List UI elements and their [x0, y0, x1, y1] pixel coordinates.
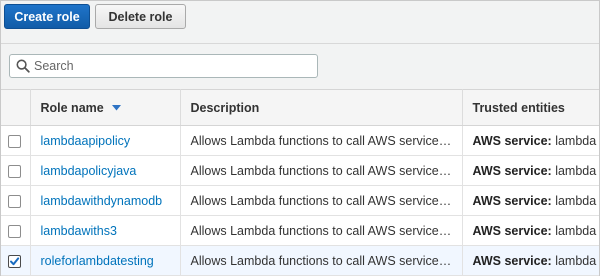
- description-cell: Allows Lambda functions to call AWS serv…: [180, 245, 463, 276]
- row-select-cell: [1, 215, 31, 246]
- toolbar: Create role Delete role: [1, 1, 599, 43]
- create-role-button[interactable]: Create role: [4, 4, 90, 29]
- trusted-entities-cell: AWS service: lambda: [462, 125, 599, 156]
- role-name-cell: roleforlambdatesting: [30, 245, 181, 276]
- search-bar: [1, 43, 599, 90]
- role-name-header-label: Role name: [40, 100, 104, 115]
- row-select-cell: [1, 245, 31, 276]
- delete-role-button[interactable]: Delete role: [95, 4, 186, 29]
- trusted-entities-header[interactable]: Trusted entities: [462, 89, 599, 126]
- row-checkbox[interactable]: [8, 224, 21, 238]
- row-checkbox[interactable]: [8, 194, 21, 208]
- table-row[interactable]: lambdawiths3 Allows Lambda functions to c…: [1, 215, 599, 246]
- row-checkbox[interactable]: [8, 134, 21, 148]
- row-select-cell: [1, 125, 31, 156]
- trusted-entities-cell: AWS service: lambda: [462, 155, 599, 186]
- search-input[interactable]: [34, 57, 314, 75]
- role-name-header[interactable]: Role name: [30, 89, 181, 126]
- description-cell: Allows Lambda functions to call AWS serv…: [180, 125, 463, 156]
- role-name-cell: lambdawithdynamodb: [30, 185, 181, 216]
- sort-descending-icon[interactable]: [111, 105, 121, 111]
- trusted-entity-value: lambda: [555, 133, 597, 148]
- roles-table: Role name Description Trusted entities l…: [1, 89, 599, 276]
- role-name-link[interactable]: roleforlambdatesting: [41, 254, 154, 268]
- description-cell: Allows Lambda functions to call AWS serv…: [180, 215, 463, 246]
- select-column-header: [1, 89, 31, 126]
- role-name-link[interactable]: lambdapolicyjava: [41, 164, 137, 178]
- role-name-cell: lambdapolicyjava: [30, 155, 181, 186]
- table-header-row: Role name Description Trusted entities: [1, 89, 599, 126]
- roles-panel: Create role Delete role Role name Descri…: [0, 0, 600, 276]
- description-cell: Allows Lambda functions to call AWS serv…: [180, 155, 463, 186]
- trusted-entity-type: AWS service:: [472, 163, 552, 178]
- trusted-entity-value: lambda: [555, 253, 597, 268]
- row-select-cell: [1, 155, 31, 186]
- check-icon: [10, 256, 20, 265]
- trusted-entities-cell: AWS service: lambda: [462, 185, 599, 216]
- table-row[interactable]: lambdawithdynamodb Allows Lambda function…: [1, 185, 599, 216]
- search-icon: [16, 59, 30, 73]
- trusted-entity-type: AWS service:: [472, 133, 552, 148]
- trusted-entity-type: AWS service:: [472, 223, 552, 238]
- role-name-cell: lambdaapipolicy: [30, 125, 181, 156]
- row-checkbox[interactable]: [8, 164, 21, 178]
- description-cell: Allows Lambda functions to call AWS serv…: [180, 185, 463, 216]
- trusted-entity-type: AWS service:: [472, 193, 552, 208]
- trusted-entities-cell: AWS service: lambda: [462, 245, 599, 276]
- row-select-cell: [1, 185, 31, 216]
- trusted-entity-type: AWS service:: [472, 253, 552, 268]
- trusted-entities-cell: AWS service: lambda: [462, 215, 599, 246]
- table-row[interactable]: lambdapolicyjava Allows Lambda functions …: [1, 155, 599, 186]
- row-checkbox[interactable]: [8, 254, 21, 268]
- search-box[interactable]: [9, 54, 318, 78]
- role-name-link[interactable]: lambdawiths3: [41, 224, 117, 238]
- table-row[interactable]: roleforlambdatesting Allows Lambda functi…: [1, 245, 599, 276]
- role-name-cell: lambdawiths3: [30, 215, 181, 246]
- trusted-entity-value: lambda: [555, 163, 597, 178]
- role-name-link[interactable]: lambdawithdynamodb: [41, 194, 163, 208]
- role-name-link[interactable]: lambdaapipolicy: [41, 134, 131, 148]
- description-header[interactable]: Description: [180, 89, 463, 126]
- table-row[interactable]: lambdaapipolicy Allows Lambda functions t…: [1, 125, 599, 156]
- trusted-entity-value: lambda: [555, 223, 597, 238]
- trusted-entity-value: lambda: [555, 193, 597, 208]
